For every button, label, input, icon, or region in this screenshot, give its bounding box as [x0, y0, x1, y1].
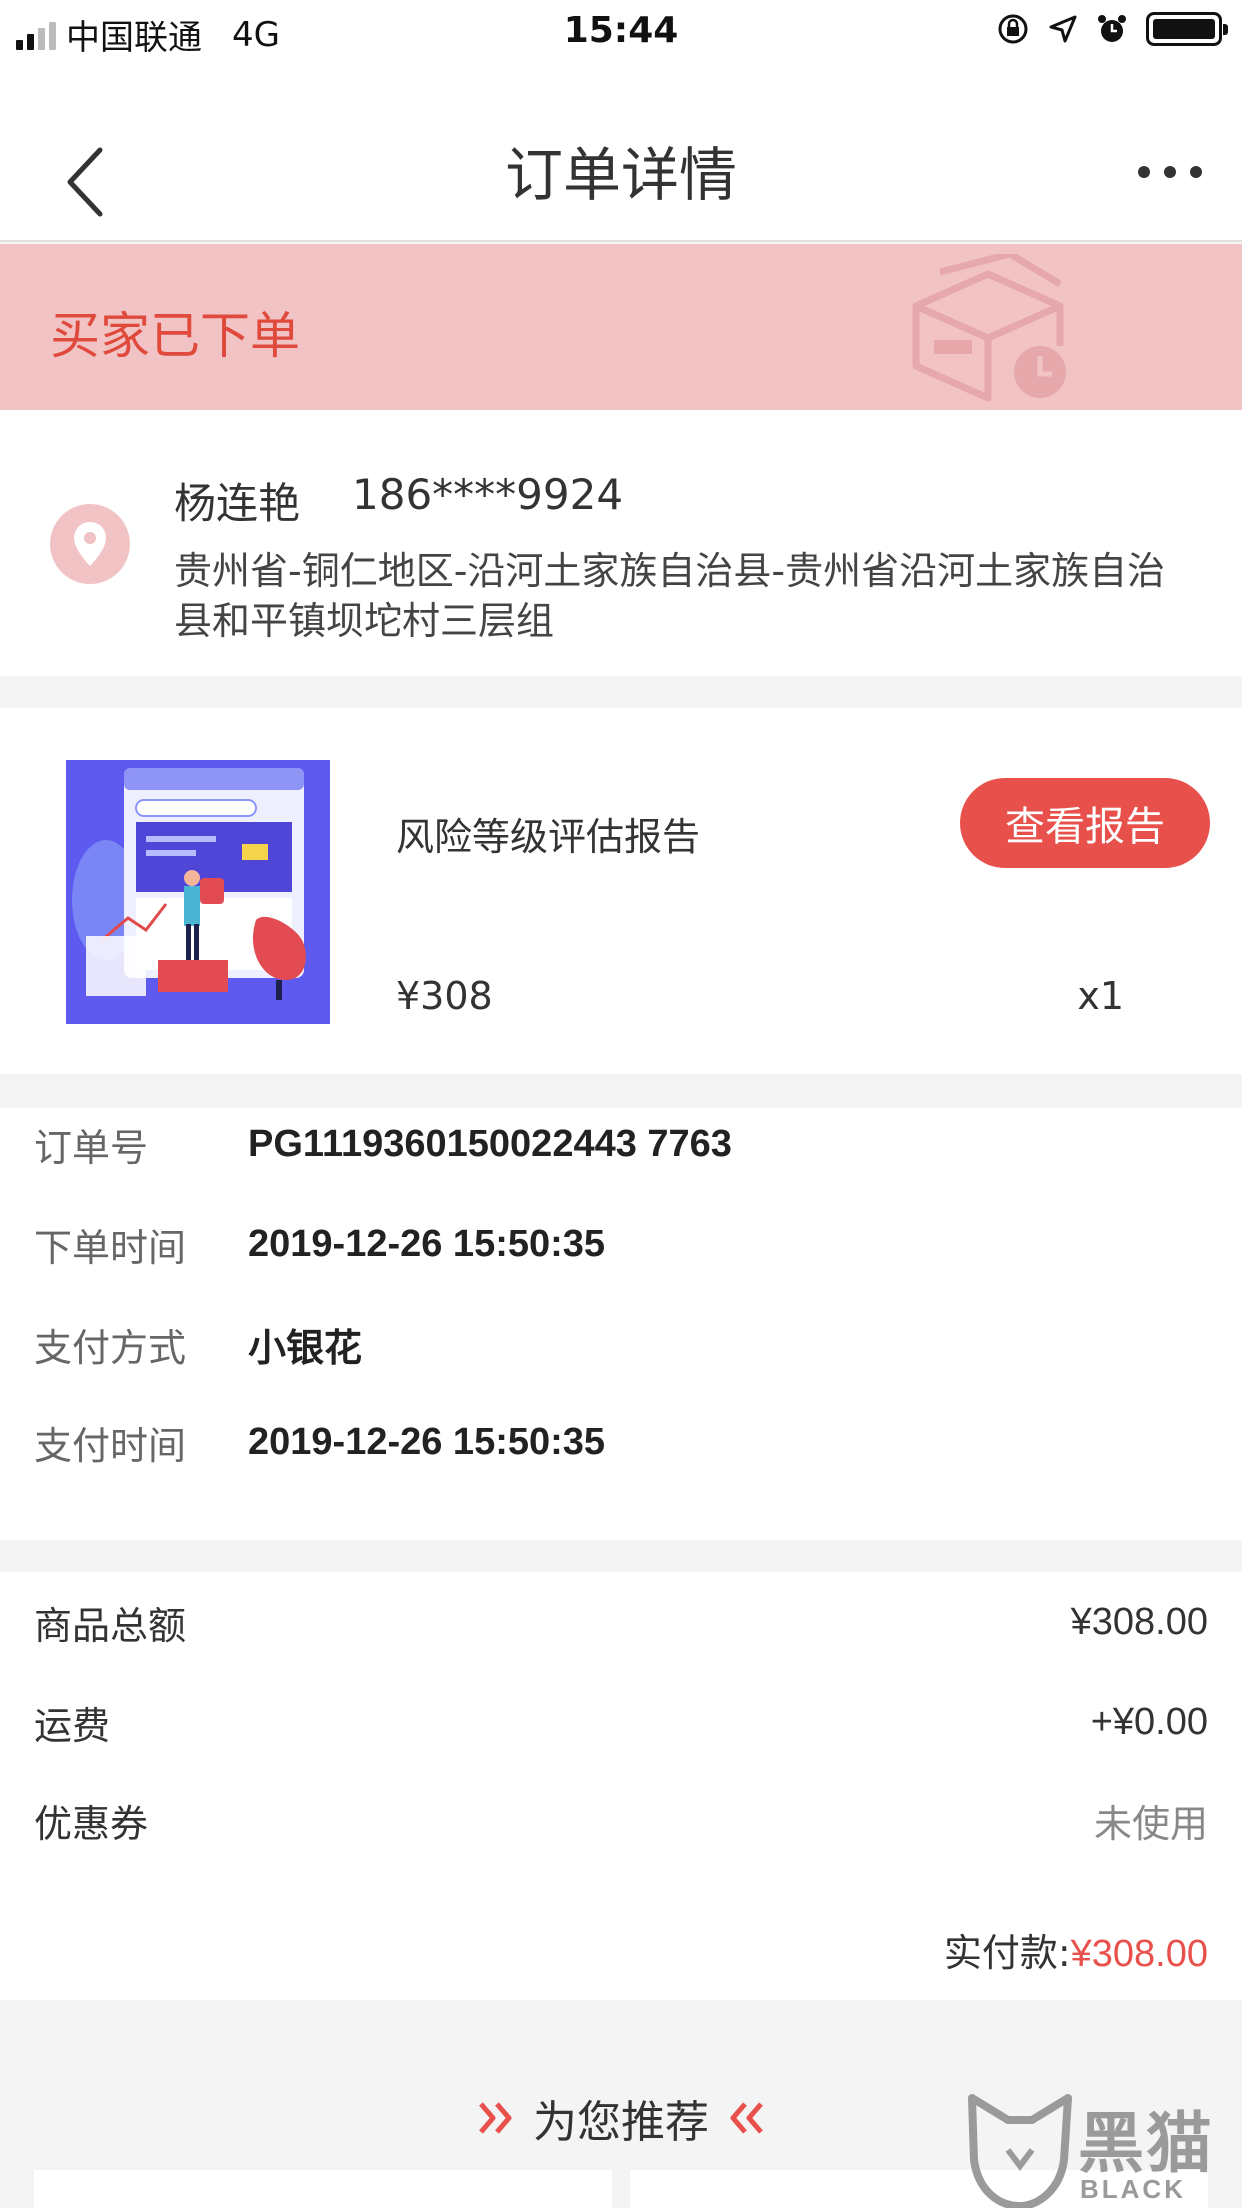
watermark-subtext: BLACK CAT — [1080, 2174, 1186, 2208]
recipient-phone: 186****9924 — [352, 470, 624, 519]
shipping-fee-label: 运费 — [34, 1703, 111, 1748]
location-icon — [1049, 15, 1077, 43]
payment-time-row: 支付时间 2019-12-26 15:50:35 — [34, 1412, 605, 1472]
rotation-lock-icon — [998, 14, 1028, 44]
order-time-label: 下单时间 — [34, 1225, 187, 1270]
double-chevron-left-icon — [730, 2102, 763, 2134]
order-number-row: 订单号 PG1119360150022443 7763 — [34, 1114, 732, 1174]
order-number-value[interactable]: PG1119360150022443 7763 — [248, 1123, 732, 1166]
order-number-label: 订单号 — [34, 1125, 149, 1170]
recommend-title-text: 为您推荐 — [533, 2097, 709, 2148]
watermark-text: 黑猫 — [1078, 2105, 1214, 2182]
recipient-name: 杨连艳 — [174, 479, 301, 528]
view-report-button[interactable]: 查看报告 — [960, 778, 1210, 868]
payment-time-value: 2019-12-26 15:50:35 — [248, 1420, 606, 1463]
battery-icon — [1146, 12, 1228, 46]
page-title: 订单详情 — [504, 141, 737, 209]
order-time-value: 2019-12-26 15:50:35 — [248, 1222, 606, 1265]
cat-logo-icon — [968, 2094, 1072, 2208]
paid-amount-label: 实付款: — [943, 1931, 1071, 1975]
product-quantity: x1 — [1077, 974, 1124, 1018]
nav-bar: 订单详情 — [0, 62, 1242, 242]
coupon-label: 优惠券 — [34, 1801, 149, 1846]
product-price: ¥308 — [396, 974, 493, 1018]
order-status-text: 买家已下单 — [50, 307, 300, 365]
payment-method-value: 小银花 — [248, 1325, 363, 1370]
order-time-row: 下单时间 2019-12-26 15:50:35 — [34, 1214, 605, 1274]
product-image[interactable] — [66, 760, 330, 1024]
product-card: 风险等级评估报告 查看报告 ¥308 x1 — [0, 708, 1242, 1074]
order-status-banner: 买家已下单 — [0, 244, 1242, 410]
box-clock-icon — [912, 254, 1066, 402]
product-name: 风险等级评估报告 — [396, 815, 701, 859]
paid-amount-row: 实付款:¥308.00 — [944, 1922, 1208, 1977]
coupon-value: 未使用 — [1093, 1801, 1208, 1846]
address-detail: 贵州省-铜仁地区-沿河土家族自治县-贵州省沿河土家族自治县和平镇坝坨村三层组 — [174, 549, 1166, 643]
location-pin-icon — [50, 504, 130, 584]
goods-total-label: 商品总额 — [34, 1603, 187, 1648]
shipping-address[interactable]: 杨连艳 186****9924 贵州省-铜仁地区-沿河土家族自治县-贵州省沿河土… — [0, 410, 1242, 676]
goods-total-value: ¥308.00 — [1070, 1600, 1208, 1643]
paid-amount-value: ¥308.00 — [1070, 1933, 1208, 1975]
double-chevron-right-icon — [479, 2102, 512, 2134]
status-bar: 中国联通 4G 15:44 — [0, 0, 1242, 62]
status-right — [996, 12, 1228, 46]
more-dots-icon[interactable] — [1138, 166, 1202, 178]
coupon-row[interactable]: 优惠券 未使用 — [34, 1790, 1208, 1850]
order-info-section: 订单号 PG1119360150022443 7763 下单时间 2019-12… — [0, 1108, 1242, 1540]
payment-time-label: 支付时间 — [34, 1423, 187, 1468]
payment-method-label: 支付方式 — [34, 1325, 187, 1370]
shipping-fee-value: +¥0.00 — [1090, 1700, 1208, 1743]
goods-total-row: 商品总额 ¥308.00 — [34, 1592, 1208, 1652]
amount-summary: 商品总额 ¥308.00 运费 +¥0.00 优惠券 未使用 实付款:¥308.… — [0, 1572, 1242, 2000]
watermark-logo: 黑猫 BLACK CAT — [968, 2090, 1238, 2208]
payment-method-row: 支付方式 小银花 — [34, 1314, 362, 1374]
shipping-fee-row: 运费 +¥0.00 — [34, 1692, 1208, 1752]
recommend-card[interactable] — [34, 2170, 612, 2208]
alarm-icon — [1098, 15, 1126, 42]
